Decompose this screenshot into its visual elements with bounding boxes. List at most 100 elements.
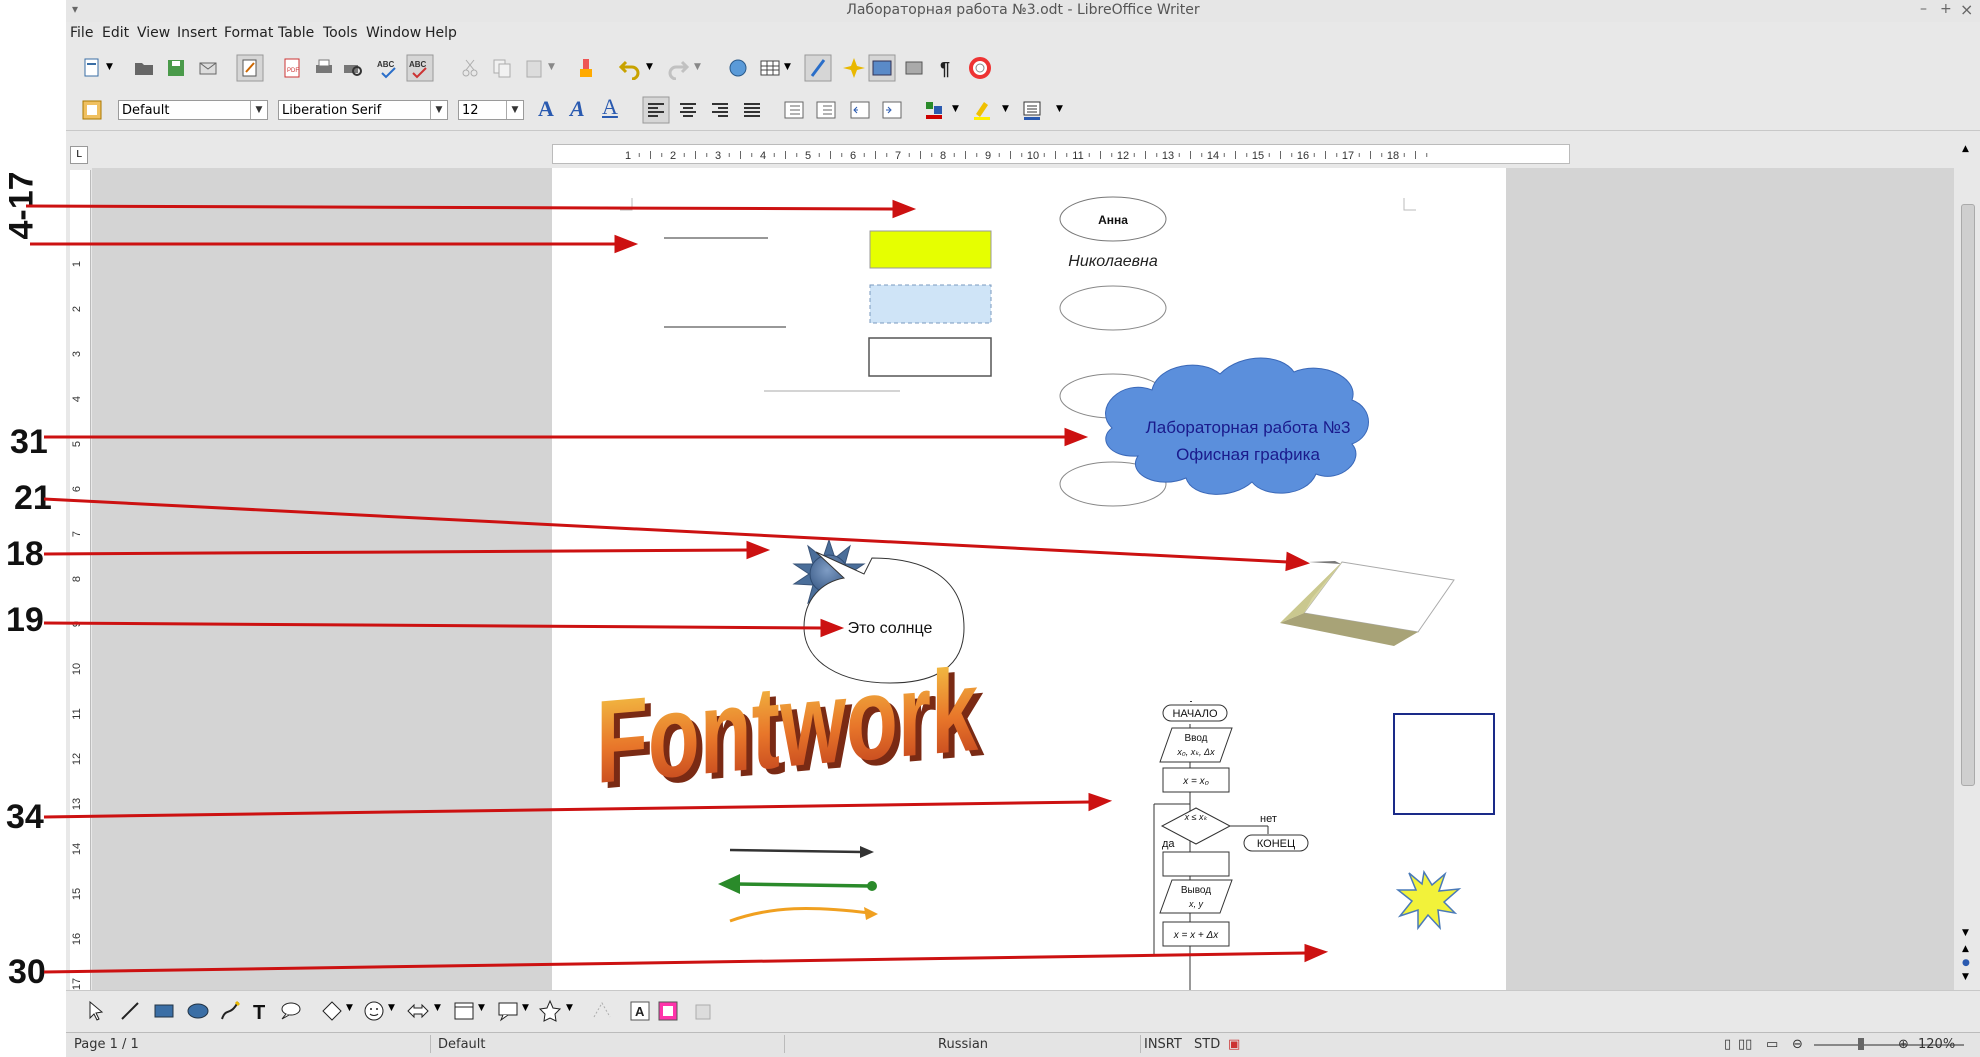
minimize-button[interactable]: – bbox=[1920, 1, 1927, 17]
page-count[interactable]: Page 1 / 1 bbox=[74, 1037, 139, 1052]
save-icon[interactable] bbox=[164, 56, 188, 80]
square-shape[interactable] bbox=[1393, 713, 1495, 815]
align-right-icon[interactable] bbox=[708, 98, 732, 122]
language[interactable]: Russian bbox=[938, 1037, 988, 1052]
rect-blue-dashed[interactable] bbox=[869, 284, 992, 324]
navigator-icon[interactable] bbox=[842, 56, 866, 80]
rect-outline[interactable] bbox=[868, 337, 992, 377]
maximize-button[interactable]: + bbox=[1940, 1, 1952, 17]
tab-stop-selector[interactable]: L bbox=[70, 146, 88, 164]
cut-icon[interactable] bbox=[458, 56, 482, 80]
export-pdf-icon[interactable]: PDF bbox=[280, 56, 304, 80]
data-sources-icon[interactable] bbox=[902, 56, 926, 80]
callouts-icon[interactable] bbox=[496, 999, 520, 1023]
flowchart-shapes-icon[interactable] bbox=[452, 999, 476, 1023]
paragraph-style-select[interactable]: Default ▼ bbox=[118, 100, 268, 120]
zoom-slider-thumb[interactable] bbox=[1858, 1038, 1864, 1050]
basic-shapes-dropdown-icon[interactable]: ▼ bbox=[346, 1003, 353, 1013]
print-icon[interactable] bbox=[312, 56, 336, 80]
scroll-down-icon[interactable]: ▼ bbox=[1962, 928, 1969, 938]
show-draw-functions-icon[interactable] bbox=[804, 54, 832, 82]
rect-yellow[interactable] bbox=[869, 230, 992, 269]
clone-formatting-icon[interactable] bbox=[574, 56, 598, 80]
increase-indent-icon[interactable] bbox=[880, 98, 904, 122]
menu-format[interactable]: Format bbox=[224, 25, 273, 41]
callout-tool-icon[interactable] bbox=[278, 999, 302, 1023]
decrease-indent-icon[interactable] bbox=[848, 98, 872, 122]
flowchart-shapes-dropdown-icon[interactable]: ▼ bbox=[478, 1003, 485, 1013]
insert-mode[interactable]: INSRT bbox=[1144, 1037, 1182, 1052]
align-center-icon[interactable] bbox=[676, 98, 700, 122]
menu-tools[interactable]: Tools bbox=[323, 25, 358, 41]
autospellcheck-icon[interactable]: ABC bbox=[406, 54, 434, 82]
zoom-out-icon[interactable]: ⊖ bbox=[1792, 1037, 1803, 1052]
extrusion-icon[interactable] bbox=[692, 999, 716, 1023]
print-preview-icon[interactable] bbox=[340, 56, 364, 80]
justify-icon[interactable] bbox=[740, 98, 764, 122]
font-color-dropdown-icon[interactable]: ▼ bbox=[952, 104, 959, 114]
flowchart[interactable]: НАЧАЛО Ввод x₀, xₖ, Δx x = x₀ x ≤ xₖ нет… bbox=[1153, 701, 1309, 990]
stars-dropdown-icon[interactable]: ▼ bbox=[566, 1003, 573, 1013]
navigation-icon[interactable]: ● bbox=[1962, 958, 1970, 968]
stars-icon[interactable] bbox=[538, 999, 562, 1023]
formatting-marks-icon[interactable]: ¶ bbox=[934, 56, 958, 80]
freeform-line-icon[interactable] bbox=[218, 999, 242, 1023]
copy-icon[interactable] bbox=[490, 56, 514, 80]
block-arrows-icon[interactable] bbox=[406, 999, 430, 1023]
email-icon[interactable] bbox=[196, 56, 220, 80]
chevron-down-icon[interactable]: ▼ bbox=[430, 101, 447, 119]
undo-dropdown-icon[interactable]: ▼ bbox=[646, 62, 653, 72]
callouts-dropdown-icon[interactable]: ▼ bbox=[522, 1003, 529, 1013]
block-arrows-dropdown-icon[interactable]: ▼ bbox=[434, 1003, 441, 1013]
previous-page-icon[interactable]: ▲ bbox=[1962, 944, 1969, 954]
arrow-black[interactable] bbox=[729, 848, 863, 854]
from-file-icon[interactable] bbox=[656, 999, 680, 1023]
undo-icon[interactable] bbox=[618, 56, 642, 80]
vertical-ruler[interactable]: 1 2 3 4 5 6 7 8 9 10 11 12 13 14 15 16 17 bbox=[70, 170, 91, 990]
new-dropdown-icon[interactable]: ▼ bbox=[106, 62, 113, 72]
highlighting-dropdown-icon[interactable]: ▼ bbox=[1002, 104, 1009, 114]
symbol-shapes-dropdown-icon[interactable]: ▼ bbox=[388, 1003, 395, 1013]
background-color-dropdown-icon[interactable]: ▼ bbox=[1056, 104, 1063, 114]
symbol-shapes-icon[interactable] bbox=[362, 999, 386, 1023]
menu-file[interactable]: File bbox=[70, 25, 93, 41]
points-icon[interactable] bbox=[590, 999, 614, 1023]
rectangle-tool-icon[interactable] bbox=[152, 999, 176, 1023]
gallery-icon[interactable] bbox=[868, 54, 896, 82]
menu-insert[interactable]: Insert bbox=[177, 25, 217, 41]
hyperlink-icon[interactable] bbox=[726, 56, 750, 80]
fontwork-gallery-icon[interactable]: A bbox=[628, 999, 652, 1023]
font-color-icon[interactable] bbox=[922, 98, 946, 122]
line-tool-icon[interactable] bbox=[118, 999, 142, 1023]
background-color-icon[interactable] bbox=[1020, 98, 1044, 122]
basic-shapes-icon[interactable] bbox=[320, 999, 344, 1023]
multi-page-view-icon[interactable]: ▯▯ bbox=[1738, 1037, 1752, 1052]
styles-formatting-icon[interactable] bbox=[80, 98, 104, 122]
font-name-select[interactable]: Liberation Serif ▼ bbox=[278, 100, 448, 120]
page-style[interactable]: Default bbox=[438, 1037, 486, 1052]
paste-dropdown-icon[interactable]: ▼ bbox=[548, 62, 555, 72]
next-page-icon[interactable]: ▼ bbox=[1962, 972, 1969, 982]
chevron-down-icon[interactable]: ▼ bbox=[250, 101, 267, 119]
menu-window[interactable]: Window bbox=[366, 25, 421, 41]
zoom-level[interactable]: 120% bbox=[1918, 1037, 1955, 1052]
highlighting-icon[interactable] bbox=[970, 98, 994, 122]
text-tool-icon[interactable]: T bbox=[248, 999, 272, 1023]
italic-icon[interactable]: A bbox=[570, 96, 585, 122]
chevron-down-icon[interactable]: ▼ bbox=[506, 101, 523, 119]
zoom-in-icon[interactable]: ⊕ bbox=[1898, 1037, 1909, 1052]
underline-icon[interactable]: A bbox=[602, 94, 618, 120]
ellipse-tool-icon[interactable] bbox=[186, 999, 210, 1023]
book-view-icon[interactable]: ▭ bbox=[1766, 1037, 1778, 1052]
new-document-icon[interactable] bbox=[80, 56, 104, 80]
bold-icon[interactable]: A bbox=[538, 96, 554, 122]
arrow-green[interactable] bbox=[735, 882, 871, 888]
menu-view[interactable]: View bbox=[137, 25, 170, 41]
horizontal-ruler[interactable]: 1 2 3 4 5 6 7 8 9 10 11 12 13 14 15 16 17 18 bbox=[552, 144, 1570, 164]
menu-edit[interactable]: Edit bbox=[102, 25, 129, 41]
spellcheck-icon[interactable]: ABC bbox=[376, 56, 400, 80]
selection-mode[interactable]: STD bbox=[1194, 1037, 1220, 1052]
single-page-view-icon[interactable]: ▯ bbox=[1724, 1037, 1731, 1052]
select-pointer-icon[interactable] bbox=[84, 999, 108, 1023]
paste-icon[interactable] bbox=[522, 56, 546, 80]
